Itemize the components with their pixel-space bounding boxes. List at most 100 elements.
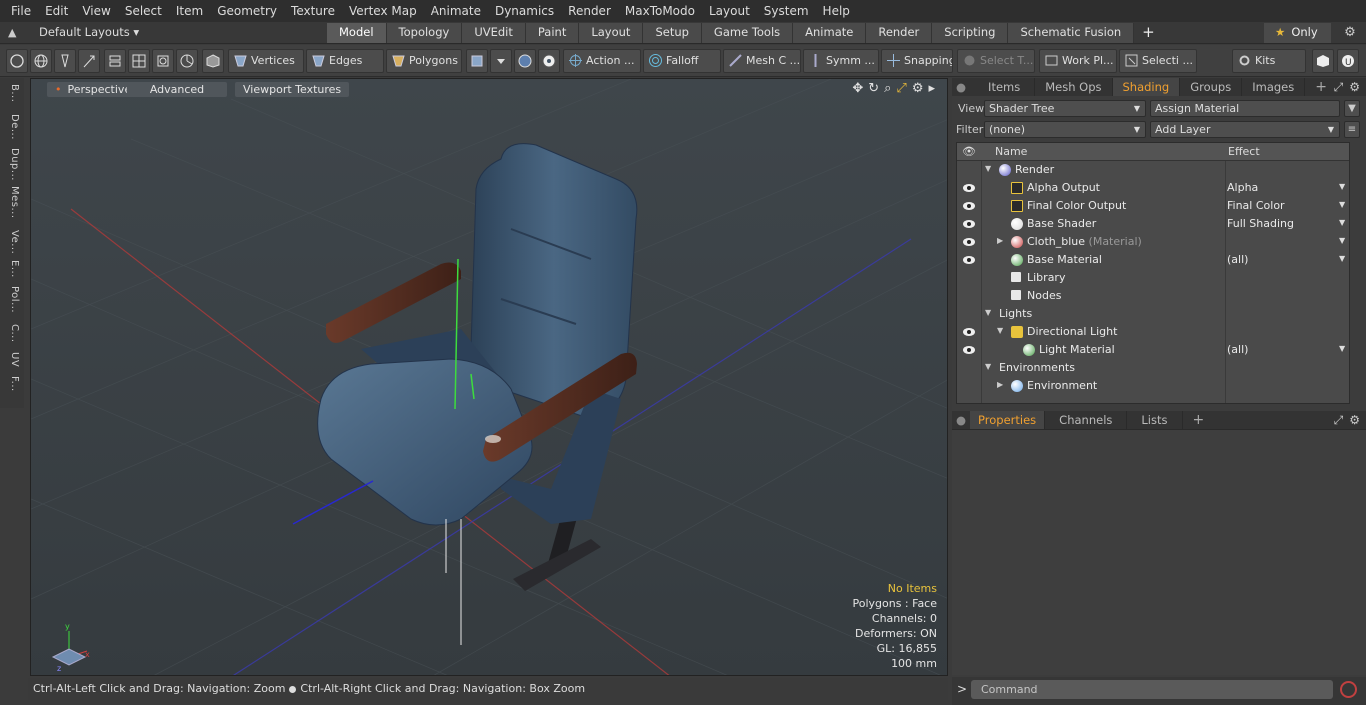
zoom-view-icon[interactable]: ⌕ [884,81,891,96]
tree-row[interactable]: Light Material (all) ▼ [957,341,1349,359]
effect-dropdown-icon[interactable]: ▼ [1339,254,1345,263]
expand-toggle-icon[interactable]: ▶ [997,236,1003,245]
tree-row[interactable]: ▶ Environment [957,377,1349,395]
tab-schematic-fusion[interactable]: Schematic Fusion [1008,23,1135,43]
tab-properties[interactable]: Properties [970,411,1046,429]
expand-prop-icon[interactable]: ⤢ [1334,413,1344,428]
tree-row[interactable]: Library [957,269,1349,287]
left-tab-mesh-edit[interactable]: Mes... [4,186,20,219]
filter-select[interactable]: (none) ▼ [984,121,1146,138]
kits-button[interactable]: Kits [1232,49,1306,73]
grid-icon[interactable] [128,49,150,73]
rotate-view-icon[interactable]: ↻ [868,81,879,96]
assign-material-button[interactable]: Assign Material [1150,100,1340,117]
name-column-header[interactable]: Name [995,145,1027,158]
left-tab-basic[interactable]: B... [4,84,20,102]
advanced-button[interactable]: Advanced [127,82,227,97]
menu-help[interactable]: Help [816,0,857,22]
select-through-button[interactable]: Select T... [957,49,1035,73]
tab-scripting[interactable]: Scripting [932,23,1009,43]
scene-canvas[interactable]: y x z [31,79,948,676]
list-options-icon[interactable]: ≡ [1344,121,1360,138]
add-layer-select[interactable]: Add Layer ▼ [1150,121,1340,138]
tree-row[interactable]: ▼ Render [957,161,1349,179]
left-tab-fusion[interactable]: F... [4,376,20,392]
brush-icon[interactable] [78,49,100,73]
expand-toggle-icon[interactable]: ▼ [985,362,991,371]
globe-icon[interactable] [30,49,52,73]
tree-row[interactable]: ▼ Directional Light [957,323,1349,341]
unity-icon[interactable] [1312,49,1334,73]
panel-gear-icon[interactable]: ⚙ [1349,80,1360,95]
tab-lists[interactable]: Lists [1127,411,1183,429]
menu-maxtomodo[interactable]: MaxToModo [618,0,702,22]
view-select[interactable]: Shader Tree ▼ [984,100,1146,117]
expand-toggle-icon[interactable]: ▼ [985,164,991,173]
tab-channels[interactable]: Channels [1045,411,1128,429]
expand-toggle-icon[interactable]: ▼ [997,326,1003,335]
shield-icon[interactable] [514,49,536,73]
visibility-eye-icon[interactable] [962,236,976,248]
left-tab-polygon[interactable]: Pol... [4,286,20,313]
symmetry-button[interactable]: Symm ... [803,49,879,73]
soccer-icon[interactable] [538,49,560,73]
expand-arrow-icon[interactable]: ▸ [928,81,935,96]
visibility-eye-icon[interactable] [962,326,976,338]
menu-view[interactable]: View [75,0,117,22]
3d-viewport[interactable]: y x z • Perspective Advanced Viewport Tex… [30,78,948,676]
pen-icon[interactable] [54,49,76,73]
filter-funnel-icon[interactable]: ▼ [1344,100,1360,117]
cube-icon[interactable] [202,49,224,73]
menu-select[interactable]: Select [118,0,169,22]
tab-mesh-ops[interactable]: Mesh Ops [1035,78,1113,96]
left-tab-deform[interactable]: De... [4,114,20,140]
tree-row[interactable]: Alpha Output Alpha ▼ [957,179,1349,197]
tree-row[interactable]: Base Material (all) ▼ [957,251,1349,269]
visibility-eye-icon[interactable] [962,182,976,194]
item-mode-icon[interactable] [466,49,488,73]
effect-column-header[interactable]: Effect [1228,145,1260,158]
record-icon[interactable] [1340,681,1357,698]
selection-sets-button[interactable]: Selecti ... [1119,49,1197,73]
mesh-constraint-button[interactable]: Mesh C ... [723,49,801,73]
menu-system[interactable]: System [757,0,816,22]
visibility-eye-icon[interactable] [962,344,976,356]
left-tab-edge[interactable]: E... [4,260,20,278]
tab-images[interactable]: Images [1242,78,1306,96]
fit-view-icon[interactable]: ⤢ [896,81,906,96]
tab-paint[interactable]: Paint [525,23,580,43]
prop-gear-icon[interactable]: ⚙ [1349,413,1360,428]
tab-topology[interactable]: Topology [386,23,463,43]
menu-edit[interactable]: Edit [38,0,75,22]
pie-icon[interactable] [176,49,198,73]
tab-setup[interactable]: Setup [643,23,702,43]
tree-row[interactable]: Base Shader Full Shading ▼ [957,215,1349,233]
tab-render[interactable]: Render [866,23,933,43]
menu-item[interactable]: Item [169,0,210,22]
effect-dropdown-icon[interactable]: ▼ [1339,182,1345,191]
work-plane-button[interactable]: Work Pl... [1039,49,1117,73]
action-center-button[interactable]: Action ... [563,49,641,73]
move-view-icon[interactable]: ✥ [852,81,863,96]
snapping-button[interactable]: Snapping [881,49,953,73]
layout-arrow-icon[interactable]: ▲ [8,26,22,40]
effect-dropdown-icon[interactable]: ▼ [1339,344,1345,353]
tab-model[interactable]: Model [327,23,387,43]
select-circle-icon[interactable] [6,49,28,73]
view-settings-gear-icon[interactable]: ⚙ [912,81,924,96]
menu-vertex-map[interactable]: Vertex Map [342,0,424,22]
add-prop-tab-icon[interactable]: + [1183,411,1215,429]
align-icon[interactable] [104,49,126,73]
left-tab-vertex[interactable]: Ve... [4,230,20,254]
menu-dynamics[interactable]: Dynamics [488,0,561,22]
tree-row[interactable]: Final Color Output Final Color ▼ [957,197,1349,215]
perspective-button[interactable]: • Perspective [47,82,140,97]
menu-file[interactable]: File [4,0,38,22]
menu-animate[interactable]: Animate [424,0,488,22]
effect-dropdown-icon[interactable]: ▼ [1339,218,1345,227]
tab-uvedit[interactable]: UVEdit [462,23,526,43]
visibility-eye-icon[interactable] [962,218,976,230]
edges-button[interactable]: Edges [306,49,384,73]
tab-groups[interactable]: Groups [1180,78,1243,96]
tree-row[interactable]: ▶ Cloth_blue (Material) ▼ [957,233,1349,251]
